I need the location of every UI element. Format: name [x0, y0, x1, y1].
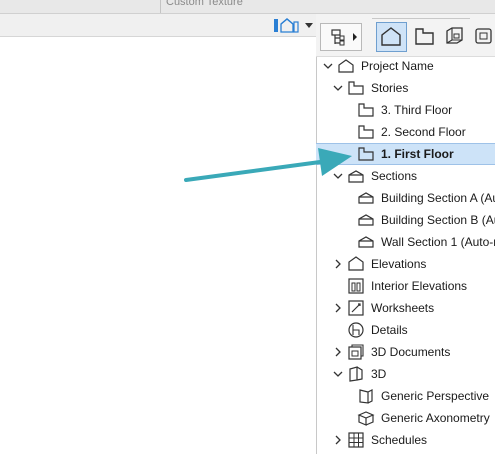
- tree-item-schedules[interactable]: Schedules: [316, 429, 495, 451]
- axonometry-icon: [357, 411, 375, 426]
- tree-label: Generic Perspective: [381, 389, 490, 403]
- tree-label: Worksheets: [371, 301, 435, 315]
- organizer-button[interactable]: [320, 23, 362, 51]
- 3d-document-icon: [348, 344, 364, 360]
- floor-plan-icon: [358, 125, 374, 139]
- schedule-icon: [348, 432, 364, 448]
- canvas-header: [0, 14, 316, 37]
- chevron-down-icon[interactable]: [333, 369, 343, 379]
- elevation-icon: [348, 256, 364, 271]
- tree-label: 3D: [371, 367, 387, 381]
- tree-item-axonometry[interactable]: Generic Axonometry: [316, 407, 495, 429]
- tree-item-interior-elevations[interactable]: Interior Elevations: [316, 275, 495, 297]
- tree-label: Stories: [371, 81, 409, 95]
- tree-item-floor-selected[interactable]: 1. First Floor: [316, 143, 495, 165]
- floor-plan-icon: [358, 147, 374, 161]
- tree-item-floor[interactable]: 2. Second Floor: [316, 121, 495, 143]
- tree-label: 1. First Floor: [381, 147, 454, 161]
- tree-label: Details: [371, 323, 408, 337]
- project-map-tab[interactable]: [376, 22, 407, 52]
- top-toolbar-strip: Custom Texture: [0, 0, 495, 14]
- chevron-down-icon[interactable]: [323, 61, 333, 71]
- tree-item-worksheets[interactable]: Worksheets: [316, 297, 495, 319]
- tree-item-section[interactable]: Wall Section 1 (Auto-re: [316, 231, 495, 253]
- interior-elevation-icon: [348, 278, 364, 294]
- floor-plan-icon: [358, 103, 374, 117]
- view-map-tab[interactable]: [410, 22, 440, 52]
- tree-item-elevations[interactable]: Elevations: [316, 253, 495, 275]
- tree-label: Building Section B (Au: [381, 213, 495, 227]
- sections-folder-icon: [348, 170, 364, 183]
- tree-item-floor[interactable]: 3. Third Floor: [316, 99, 495, 121]
- section-icon: [358, 214, 374, 226]
- tree-item-perspective[interactable]: Generic Perspective: [316, 385, 495, 407]
- toolbar-divider: [372, 18, 470, 19]
- drawing-canvas[interactable]: [0, 37, 316, 454]
- section-icon: [358, 236, 374, 248]
- toolbar-segment: [0, 0, 161, 13]
- tree-label: 3. Third Floor: [381, 103, 453, 117]
- tree-label: Sections: [371, 169, 418, 183]
- chevron-right-icon[interactable]: [333, 347, 343, 357]
- project-icon: [338, 59, 354, 73]
- tree-label: Generic Axonometry: [381, 411, 490, 425]
- tree-item-section[interactable]: Building Section B (Au: [316, 209, 495, 231]
- tree-item-sections[interactable]: Sections: [316, 165, 495, 187]
- tree-label: 3D Documents: [371, 345, 451, 359]
- chevron-down-icon[interactable]: [333, 171, 343, 181]
- tree-item-3d[interactable]: 3D: [316, 363, 495, 385]
- chevron-right-icon[interactable]: [333, 259, 343, 269]
- view-dropdown-icon[interactable]: [304, 20, 314, 30]
- 3d-folder-icon: [349, 366, 363, 382]
- stories-folder-icon: [348, 81, 364, 95]
- texture-label: Custom Texture: [166, 0, 243, 8]
- chevron-right-icon[interactable]: [333, 435, 343, 445]
- perspective-icon: [359, 389, 373, 404]
- tree-item-stories[interactable]: Stories: [316, 77, 495, 99]
- tree-label: Wall Section 1 (Auto-re: [381, 235, 495, 249]
- tree-label: Elevations: [371, 257, 427, 271]
- chevron-right-icon[interactable]: [333, 303, 343, 313]
- worksheet-icon: [348, 300, 364, 316]
- view-settings-icon[interactable]: [272, 17, 300, 34]
- details-icon: [348, 322, 364, 338]
- tree-item-3d-documents[interactable]: 3D Documents: [316, 341, 495, 363]
- layout-book-tab[interactable]: [440, 22, 470, 52]
- tree-label: Building Section A (Au: [381, 191, 495, 205]
- tree-label: Schedules: [371, 433, 428, 447]
- publisher-tab[interactable]: [470, 22, 495, 52]
- tree-label: Project Name: [361, 59, 434, 73]
- tree-label: 2. Second Floor: [381, 125, 466, 139]
- tree-item-project[interactable]: Project Name: [316, 55, 495, 77]
- tree-item-details[interactable]: Details: [316, 319, 495, 341]
- chevron-down-icon[interactable]: [333, 83, 343, 93]
- section-icon: [358, 192, 374, 204]
- tree-label: Interior Elevations: [371, 279, 468, 293]
- tree-item-section[interactable]: Building Section A (Au: [316, 187, 495, 209]
